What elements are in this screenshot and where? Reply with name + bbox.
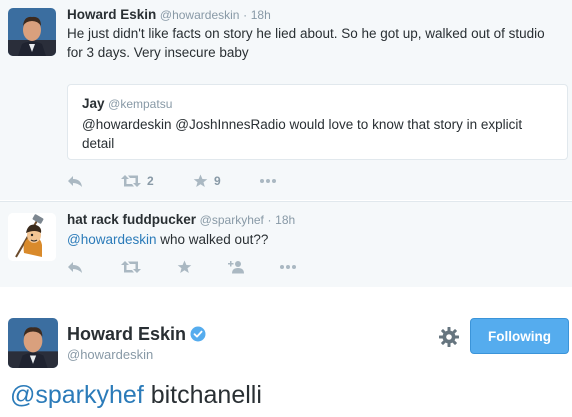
- more-icon: [280, 265, 296, 269]
- tweet-hat-rack-fuddpucker[interactable]: hat rack fuddpucker @sparkyhef · 18h @ho…: [0, 201, 572, 287]
- mention-link[interactable]: @howardeskin: [67, 232, 157, 247]
- more-icon: [260, 179, 276, 183]
- timestamp[interactable]: 18h: [275, 213, 295, 227]
- favorite-button[interactable]: [177, 260, 225, 274]
- quoted-tweet[interactable]: Jay @kempatsu @howardeskin @JoshInnesRad…: [67, 84, 568, 160]
- retweet-icon: [121, 261, 141, 273]
- star-icon: [177, 260, 192, 273]
- author-handle[interactable]: @sparkyhef: [200, 213, 264, 227]
- timestamp[interactable]: 18h: [251, 8, 271, 22]
- author-handle[interactable]: @howardeskin: [67, 347, 153, 362]
- avatar[interactable]: [8, 318, 58, 368]
- verified-icon: [190, 326, 206, 347]
- quoted-author-name[interactable]: Jay: [82, 96, 105, 111]
- tweet-text: @sparkyhef bitchanelli: [10, 381, 262, 410]
- reply-icon: [68, 176, 82, 187]
- more-button[interactable]: [279, 264, 297, 270]
- favorite-button[interactable]: 9: [193, 174, 259, 188]
- retweet-count: 2: [147, 174, 154, 188]
- tweet-text-body: who walked out??: [160, 232, 269, 247]
- tweet-text: He just didn't like facts on story he li…: [67, 26, 545, 60]
- favorite-count: 9: [214, 174, 221, 188]
- retweet-icon: [121, 175, 141, 187]
- tweet-actions: [67, 259, 297, 275]
- retweet-button[interactable]: 2: [121, 174, 193, 188]
- gear-icon[interactable]: [438, 326, 460, 348]
- author-name[interactable]: Howard Eskin: [67, 324, 186, 344]
- author-handle[interactable]: @howardeskin: [160, 8, 240, 22]
- separator: ·: [267, 213, 272, 227]
- avatar[interactable]: [8, 213, 56, 261]
- tweet-actions: 2 9: [67, 173, 277, 189]
- author-name-row: Howard Eskin: [67, 324, 206, 347]
- author-name[interactable]: Howard Eskin: [67, 7, 156, 22]
- follow-user-button[interactable]: [225, 260, 279, 274]
- author-name[interactable]: hat rack fuddpucker: [67, 212, 196, 227]
- following-button[interactable]: Following: [470, 318, 569, 354]
- separator: ·: [243, 8, 248, 22]
- follow-icon: [228, 261, 244, 274]
- tweet-text: @howardeskin who walked out??: [67, 230, 268, 249]
- tweet-text-body: bitchanelli: [150, 381, 262, 409]
- mention-link[interactable]: @sparkyhef: [10, 381, 144, 409]
- retweet-button[interactable]: [121, 260, 177, 274]
- reply-icon: [68, 262, 82, 273]
- tweet-header: hat rack fuddpucker @sparkyhef · 18h: [67, 212, 295, 227]
- quoted-author-handle[interactable]: @kempatsu: [108, 97, 172, 111]
- more-button[interactable]: [259, 178, 277, 184]
- quoted-header: Jay @kempatsu: [82, 96, 172, 111]
- star-icon: [193, 174, 208, 187]
- tweet-howard-eskin[interactable]: Howard Eskin @howardeskin · 18h He just …: [0, 0, 572, 200]
- reply-button[interactable]: [67, 260, 121, 274]
- avatar[interactable]: [8, 8, 56, 56]
- quoted-text: @howardeskin @JoshInnesRadio would love …: [82, 117, 523, 151]
- reply-button[interactable]: [67, 174, 121, 188]
- tweet-header: Howard Eskin @howardeskin · 18h: [67, 7, 271, 22]
